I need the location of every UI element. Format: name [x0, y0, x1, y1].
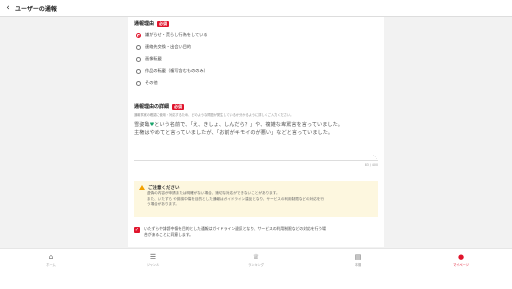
detail-label: 通報理由の詳細 — [134, 104, 170, 110]
tab-mypage[interactable]: ● マイページ — [410, 249, 512, 289]
detail-section-label: 通報理由の詳細 必須 — [134, 103, 185, 110]
reason-option-harassment[interactable]: 嫌がらせ・荒らし行為をしている — [136, 31, 208, 39]
agreement-text: いたずらや誹謗中傷を目的とした通報はガイドライン違反となり、サービスの利用制限な… — [144, 226, 326, 238]
radio-unchecked-icon[interactable] — [136, 68, 141, 74]
option-label: 画像転載 — [145, 56, 162, 61]
crown-icon: ♕ — [252, 253, 260, 261]
home-icon: ⌂ — [48, 253, 54, 261]
radio-unchecked-icon[interactable] — [136, 80, 141, 86]
reason-option-contact-exchange[interactable]: 連絡先交換・出会い目的 — [136, 43, 191, 51]
tab-bookshelf[interactable]: ▤ 本棚 — [307, 249, 409, 289]
reason-option-work-repost[interactable]: 作品の転載（複写含むもののみ） — [136, 67, 208, 75]
tab-label: ホーム — [46, 263, 56, 267]
detail-text-segment: 雪姿亀 — [134, 122, 150, 128]
option-label: 作品の転載（複写含むもののみ） — [145, 68, 208, 73]
character-counter: 83 / 400 — [364, 163, 378, 167]
tab-label: 本棚 — [354, 263, 362, 267]
agreement-row[interactable]: ✓ いたずらや誹謗中傷を目的とした通報はガイドライン違反となり、サービスの利用制… — [134, 226, 378, 238]
reason-option-image-repost[interactable]: 画像転載 — [136, 55, 162, 63]
tab-ranking[interactable]: ♕ ランキング — [205, 249, 307, 289]
option-label: その他 — [145, 80, 158, 85]
page-title: ユーザーの通報 — [15, 5, 57, 13]
detail-textarea[interactable]: 雪姿亀♥という名前で、「え、きしょ、しんだら？」や、複雑な卑罵言を言っていました… — [134, 121, 378, 161]
required-badge: 必須 — [157, 20, 170, 27]
reason-option-other[interactable]: その他 — [136, 79, 158, 87]
radio-unchecked-icon[interactable] — [136, 56, 141, 62]
person-icon: ● — [457, 253, 465, 261]
tab-label: ジャンル — [146, 263, 160, 267]
tab-label: ランキング — [248, 263, 264, 267]
detail-text-line: 主権はやめてと言っていましたが、「お前がキモイのが悪い」などと言っていました。 — [134, 130, 334, 136]
bookshelf-icon: ▤ — [354, 253, 362, 261]
list-icon: ☰ — [149, 253, 157, 261]
option-label: 嫌がらせ・荒らし行為をしている — [145, 32, 208, 37]
option-label: 連絡先交換・出会い目的 — [145, 44, 192, 49]
chevron-left-icon[interactable]: ‹ — [2, 0, 14, 16]
warning-title-row: ご注意ください — [139, 184, 373, 191]
radio-checked-icon[interactable] — [136, 32, 141, 38]
bottom-tab-bar: ⌂ ホーム ☰ ジャンル ♕ ランキング ▤ 本棚 ● マイページ — [0, 248, 512, 289]
detail-text-line: 雪姿亀♥という名前で、「え、きしょ、しんだら？」や、複雑な卑罵言を言っていました… — [134, 121, 378, 129]
report-form: 通報理由 必須 嫌がらせ・荒らし行為をしている 連絡先交換・出会い目的 画像転載… — [128, 17, 384, 247]
warning-icon — [139, 185, 145, 190]
reason-label: 通報理由 — [134, 21, 155, 27]
radio-unchecked-icon[interactable] — [136, 44, 141, 50]
tab-genre[interactable]: ☰ ジャンル — [102, 249, 204, 289]
app-header: ‹ ユーザーの通報 — [0, 0, 512, 17]
checkbox-checked-icon[interactable]: ✓ — [134, 227, 140, 233]
warning-box: ご注意ください 虚偽の内容が申請または明確がない場合、適切な対応ができないことが… — [134, 181, 378, 217]
warning-title: ご注意ください — [148, 185, 180, 191]
detail-text-segment: という名前で、「え、きしょ、しんだら？」や、複雑な卑罵言を言っていました。 — [154, 122, 343, 128]
tab-home[interactable]: ⌂ ホーム — [0, 249, 102, 289]
warning-text-line: う場合があります。 — [147, 202, 179, 207]
resize-handle-icon[interactable]: ⋱ — [373, 154, 377, 159]
detail-note: 通報事実の確認に使用・対応するため、どのような問題が発生しているか分かるように詳… — [134, 113, 294, 117]
required-badge: 必須 — [172, 103, 185, 110]
reason-section-label: 通報理由 必須 — [134, 20, 170, 27]
agreement-text-line: 合があることに同意します。 — [144, 232, 193, 237]
tab-label: マイページ — [453, 263, 469, 267]
